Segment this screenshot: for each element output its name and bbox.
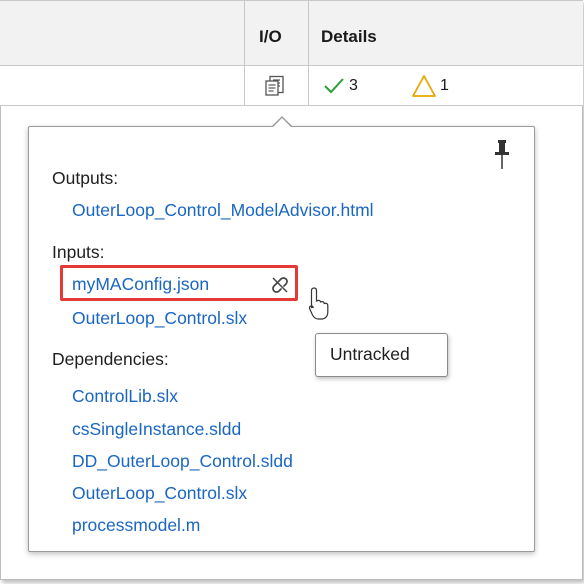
output-link[interactable]: OuterLoop_Control_ModelAdvisor.html bbox=[72, 200, 374, 221]
pin-icon[interactable] bbox=[492, 138, 512, 172]
unlink-icon[interactable] bbox=[270, 275, 290, 295]
tooltip-text: Untracked bbox=[330, 344, 410, 364]
warning-icon bbox=[412, 75, 436, 97]
popover-caret-fill bbox=[272, 118, 292, 128]
table-row: 3 1 bbox=[0, 66, 583, 106]
untracked-tooltip: Untracked bbox=[315, 333, 448, 377]
dependency-link[interactable]: DD_OuterLoop_Control.sldd bbox=[72, 451, 293, 472]
table-header: I/O Details bbox=[0, 0, 583, 66]
details-cell: 3 1 bbox=[308, 66, 583, 105]
io-header-label: I/O bbox=[259, 27, 282, 46]
hand-cursor-icon bbox=[308, 287, 329, 320]
warning-count: 1 bbox=[440, 77, 449, 94]
dependency-link[interactable]: csSingleInstance.sldd bbox=[72, 419, 241, 440]
outputs-label: Outputs: bbox=[52, 168, 119, 188]
input-link-config[interactable]: myMAConfig.json bbox=[72, 274, 209, 295]
dependency-link[interactable]: ControlLib.slx bbox=[72, 386, 178, 407]
details-header-label: Details bbox=[321, 27, 377, 46]
dependency-link[interactable]: processmodel.m bbox=[72, 515, 200, 536]
input-link-model[interactable]: OuterLoop_Control.slx bbox=[72, 308, 247, 329]
io-column-header[interactable]: I/O bbox=[244, 1, 308, 65]
pass-count: 3 bbox=[349, 77, 358, 94]
report-document-icon[interactable] bbox=[264, 75, 286, 97]
inputs-label: Inputs: bbox=[52, 242, 105, 262]
check-icon bbox=[324, 78, 344, 94]
details-column-header[interactable]: Details bbox=[308, 1, 583, 65]
io-cell bbox=[244, 66, 308, 105]
dependencies-label: Dependencies: bbox=[52, 349, 169, 369]
dependency-link[interactable]: OuterLoop_Control.slx bbox=[72, 483, 247, 504]
